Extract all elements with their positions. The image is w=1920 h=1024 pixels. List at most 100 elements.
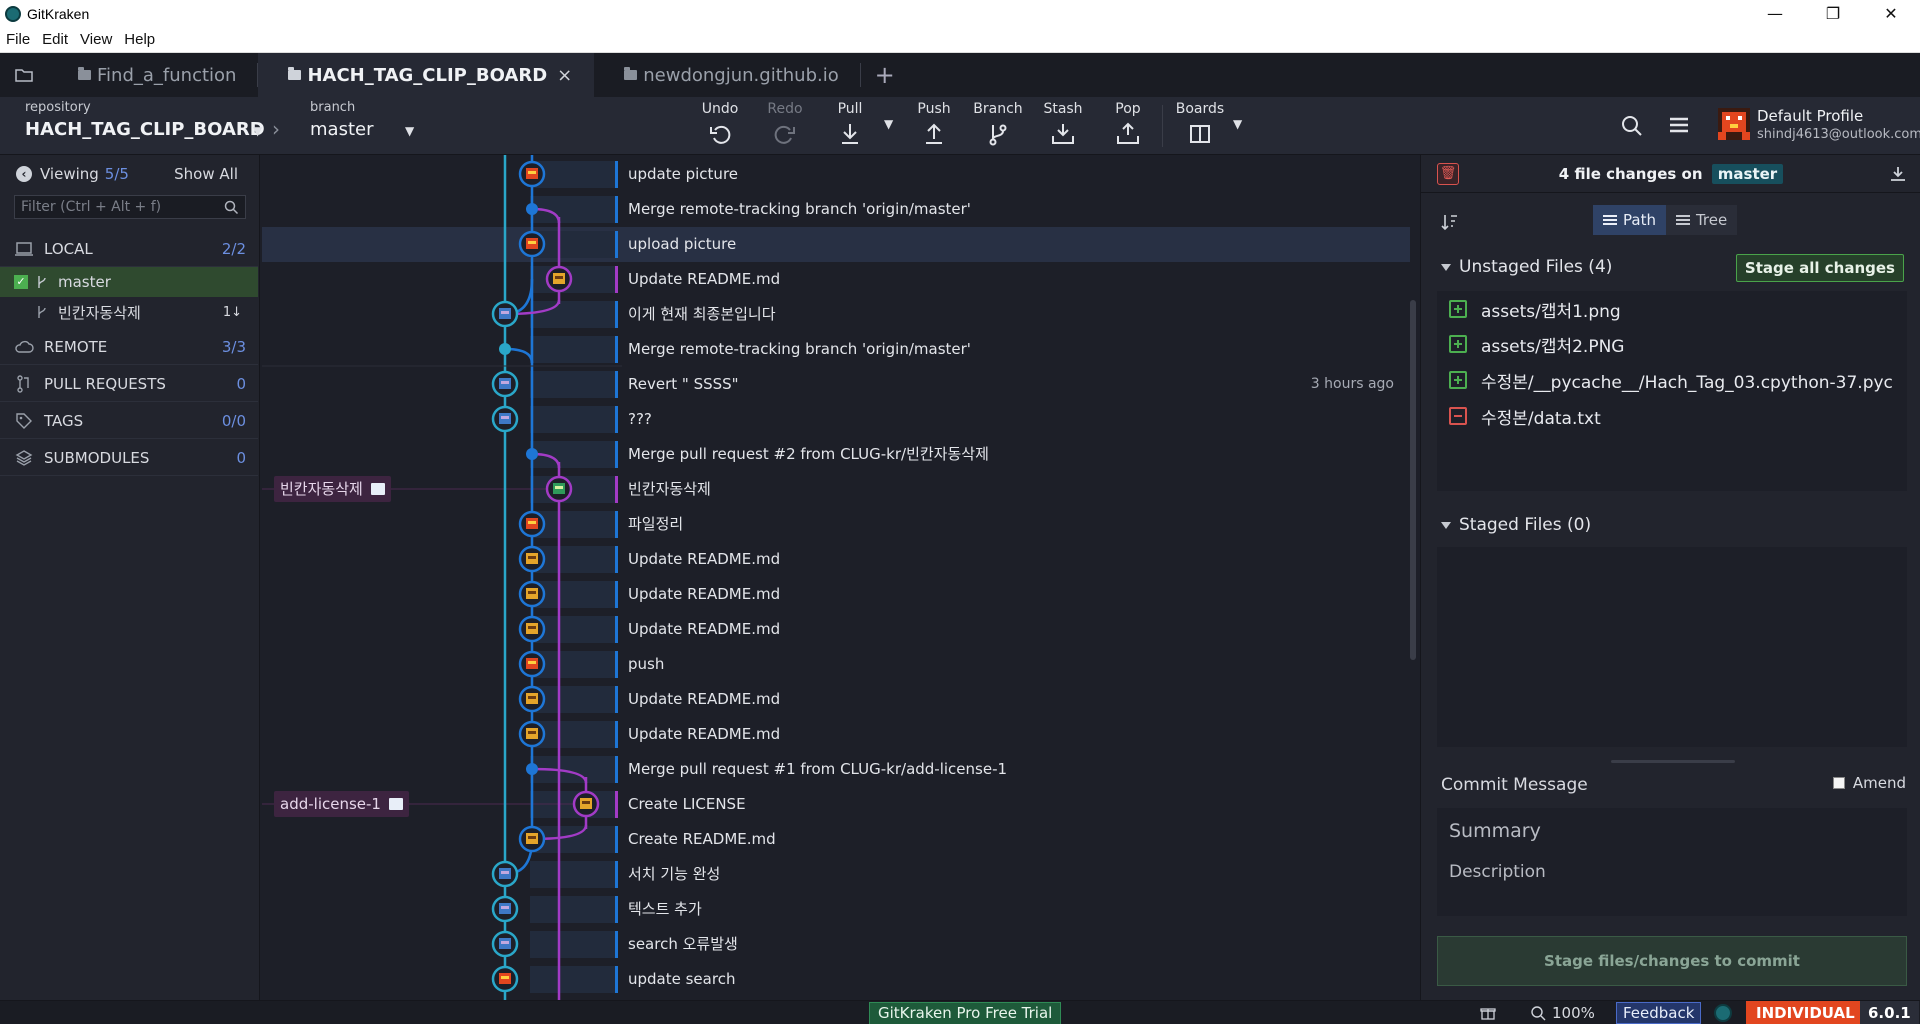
sidebar-section-submodules[interactable]: SUBMODULES 0: [0, 440, 258, 476]
tab-newdongjun-github-io[interactable]: newdongjun.github.io: [594, 53, 862, 97]
commit-avatar[interactable]: [491, 300, 519, 328]
menu-view[interactable]: View: [74, 31, 118, 48]
commit-avatar[interactable]: [572, 790, 600, 818]
commit-avatar[interactable]: [491, 965, 519, 993]
commit-avatar[interactable]: [518, 160, 546, 188]
commit-avatar[interactable]: [518, 720, 546, 748]
redo-button[interactable]: Redo: [757, 101, 813, 147]
stage-all-changes-button[interactable]: Stage all changes: [1735, 254, 1904, 282]
sidebar-branch-master[interactable]: ✓ master: [0, 267, 258, 297]
branch-button[interactable]: Branch: [970, 101, 1026, 147]
file-row[interactable]: assets/캡처1.png: [1437, 291, 1907, 327]
commit-avatar[interactable]: [491, 860, 519, 888]
pull-button[interactable]: Pull: [822, 101, 878, 147]
commit-avatar[interactable]: [518, 825, 546, 853]
graph-branch-label[interactable]: 빈칸자동삭제: [274, 476, 391, 502]
path-label: Path: [1623, 211, 1656, 229]
commit-avatar[interactable]: [518, 615, 546, 643]
commit-avatar[interactable]: [491, 370, 519, 398]
hamburger-menu-icon[interactable]: [1668, 114, 1690, 136]
commit-avatar[interactable]: [518, 650, 546, 678]
redo-label: Redo: [767, 101, 803, 117]
pop-button[interactable]: Pop: [1100, 101, 1156, 147]
close-icon[interactable]: ✕: [1862, 0, 1920, 27]
commit-avatar[interactable]: [518, 580, 546, 608]
collapse-sidebar-icon[interactable]: ‹: [16, 166, 32, 182]
tab-hach-tag-clip-board[interactable]: HACH_TAG_CLIP_BOARD ×: [258, 53, 595, 97]
filter-input[interactable]: Filter (Ctrl + Alt + f): [14, 195, 246, 219]
download-icon[interactable]: [1889, 165, 1907, 183]
panel-resize-handle[interactable]: [1611, 760, 1735, 763]
minimize-icon[interactable]: —: [1746, 0, 1804, 27]
tab-find-a-function[interactable]: Find_a_function: [48, 53, 259, 97]
merge-commit-dot[interactable]: [499, 343, 511, 355]
commit-avatar[interactable]: [491, 405, 519, 433]
file-path: 수정본/data.txt: [1481, 408, 1601, 429]
description-input[interactable]: Description: [1449, 862, 1546, 882]
merge-commit-dot[interactable]: [526, 763, 538, 775]
repo-tabs-bar: Find_a_function HACH_TAG_CLIP_BOARD × ne…: [0, 53, 1920, 97]
new-tab-plus-icon[interactable]: +: [861, 53, 909, 97]
graph-branch-label[interactable]: add-license-1: [274, 791, 409, 817]
feedback-button[interactable]: Feedback: [1616, 1002, 1702, 1024]
menu-edit[interactable]: Edit: [36, 31, 74, 48]
restore-icon[interactable]: ❐: [1804, 0, 1862, 27]
commit-avatar[interactable]: [491, 930, 519, 958]
sidebar-section-remote[interactable]: REMOTE 3/3: [0, 329, 258, 365]
branch-name-dropdown[interactable]: master: [310, 119, 373, 140]
path-view-button[interactable]: Path: [1593, 205, 1666, 235]
file-row[interactable]: assets/캡처2.PNG: [1437, 326, 1907, 362]
commit-avatar[interactable]: [545, 475, 573, 503]
stage-files-commit-button[interactable]: Stage files/changes to commit: [1437, 936, 1907, 986]
sidebar-section-tags[interactable]: TAGS 0/0: [0, 403, 258, 439]
sort-icon[interactable]: [1441, 213, 1459, 231]
summary-input[interactable]: Summary: [1449, 820, 1541, 842]
gift-icon[interactable]: [1480, 1005, 1496, 1021]
menu-file[interactable]: File: [0, 31, 36, 48]
zoom-icon[interactable]: [1530, 1005, 1546, 1021]
graph-scrollbar[interactable]: [1410, 300, 1416, 660]
tree-label: Tree: [1695, 211, 1728, 229]
branch-label: Branch: [973, 101, 1023, 117]
commit-avatar[interactable]: [491, 895, 519, 923]
collapse-triangle-icon: [1441, 521, 1451, 529]
pro-trial-badge[interactable]: GitKraken Pro Free Trial: [869, 1002, 1062, 1024]
open-repo-folder-icon[interactable]: [0, 53, 48, 97]
push-button[interactable]: Push: [906, 101, 962, 147]
search-icon[interactable]: [1620, 114, 1644, 138]
commit-avatar[interactable]: [545, 265, 573, 293]
boards-chevron-icon[interactable]: ▼: [1233, 117, 1242, 131]
menu-help[interactable]: Help: [118, 31, 161, 48]
merge-commit-dot[interactable]: [526, 448, 538, 460]
repo-chevron-down-icon[interactable]: ▼: [253, 124, 262, 138]
unstaged-files-header[interactable]: Unstaged Files (4): [1441, 257, 1612, 277]
commit-avatar[interactable]: [518, 230, 546, 258]
commit-avatar[interactable]: [518, 510, 546, 538]
license-badge[interactable]: INDIVIDUAL: [1746, 1001, 1865, 1024]
staged-files-header[interactable]: Staged Files (0): [1441, 515, 1591, 535]
sidebar-section-pull-requests[interactable]: PULL REQUESTS 0: [0, 366, 258, 402]
pull-options-chevron-icon[interactable]: ▼: [884, 117, 893, 131]
tab-close-icon[interactable]: ×: [557, 65, 572, 86]
repository-name-dropdown[interactable]: HACH_TAG_CLIP_BOARD: [25, 119, 265, 140]
show-all-button[interactable]: Show All: [174, 165, 238, 183]
tree-view-button[interactable]: Tree: [1665, 205, 1738, 235]
undo-button[interactable]: Undo: [692, 101, 748, 147]
commit-message: upload picture: [628, 235, 737, 253]
avatar[interactable]: [1718, 108, 1750, 140]
stash-button[interactable]: Stash: [1035, 101, 1091, 147]
branch-chevron-down-icon[interactable]: ▼: [405, 124, 414, 138]
status-bar: GitKraken Pro Free Trial 100% Feedback I…: [0, 1000, 1920, 1024]
sidebar-section-local[interactable]: LOCAL 2/2: [0, 231, 258, 267]
amend-checkbox[interactable]: Amend: [1832, 774, 1906, 792]
commit-avatar[interactable]: [518, 545, 546, 573]
sidebar-branch-blank-remove[interactable]: 빈칸자동삭제 1↓: [0, 297, 258, 327]
merge-commit-dot[interactable]: [526, 203, 538, 215]
boards-button[interactable]: Boards: [1172, 101, 1228, 147]
folder-icon: [78, 67, 91, 80]
file-row[interactable]: 수정본/__pycache__/Hach_Tag_03.cpython-37.p…: [1437, 362, 1907, 398]
zoom-level[interactable]: 100%: [1552, 1001, 1595, 1024]
profile-name[interactable]: Default Profile: [1757, 107, 1863, 125]
file-row[interactable]: 수정본/data.txt: [1437, 398, 1907, 434]
commit-avatar[interactable]: [518, 685, 546, 713]
